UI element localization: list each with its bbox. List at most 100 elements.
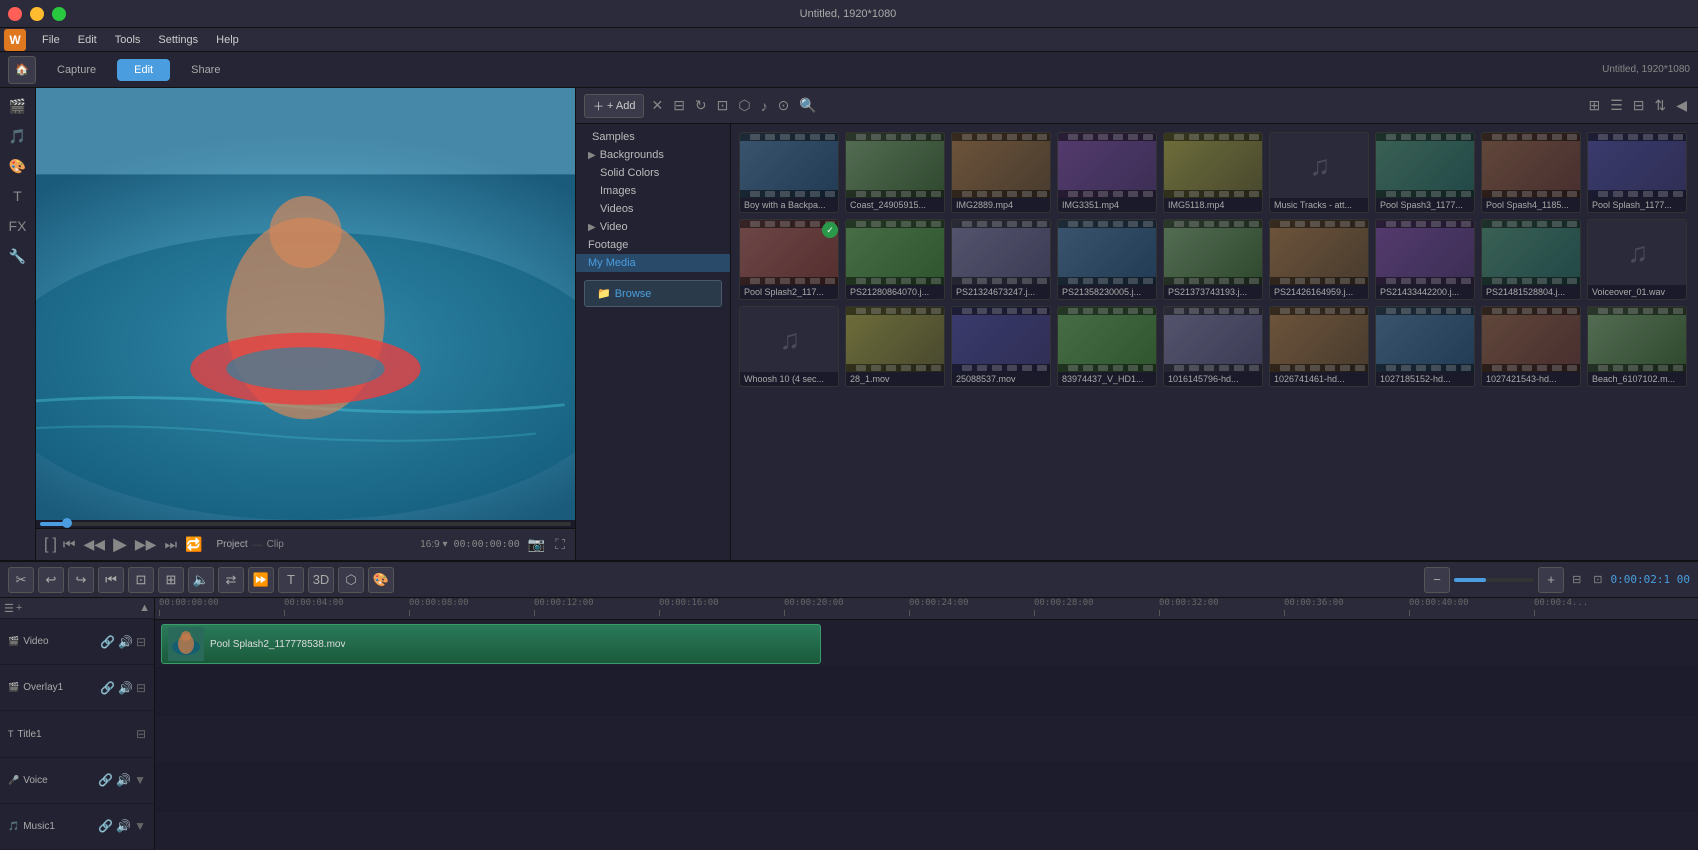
tl-mask-button[interactable]: ⬡ bbox=[338, 567, 364, 593]
media-item-3[interactable]: IMG2889.mp4 bbox=[951, 132, 1051, 213]
video-track-link-icon[interactable]: 🔗 bbox=[100, 635, 115, 649]
media-item-13[interactable]: PS21358230005.j... bbox=[1057, 219, 1157, 300]
voice-track-audio-icon[interactable]: 🔊 bbox=[116, 773, 131, 787]
menu-help[interactable]: Help bbox=[208, 32, 247, 48]
media-item-22[interactable]: 83974437_V_HD1... bbox=[1057, 306, 1157, 387]
media-item-20[interactable]: 28_1.mov bbox=[845, 306, 945, 387]
loop-button[interactable]: 🔁 bbox=[183, 534, 204, 555]
tl-color-button[interactable]: 🎨 bbox=[368, 567, 394, 593]
music-track-expand-icon[interactable]: ▼ bbox=[134, 819, 146, 833]
panel-toggle-icon[interactable]: ◀ bbox=[1673, 94, 1690, 117]
media-item-4[interactable]: IMG3351.mp4 bbox=[1057, 132, 1157, 213]
media-item-26[interactable]: 1027421543-hd... bbox=[1481, 306, 1581, 387]
clip-mode-label[interactable]: Clip bbox=[267, 539, 284, 550]
search-icon[interactable]: 🔍 bbox=[796, 94, 819, 117]
sidebar-audio-icon[interactable]: 🎵 bbox=[4, 122, 32, 150]
menu-file[interactable]: File bbox=[34, 32, 68, 48]
seekbar-handle[interactable] bbox=[62, 518, 72, 528]
media-item-2[interactable]: Coast_24905915... bbox=[845, 132, 945, 213]
media-item-12[interactable]: PS21324673247.j... bbox=[951, 219, 1051, 300]
tl-undo-button[interactable]: ↩ bbox=[38, 567, 64, 593]
media-item-27[interactable]: Beach_6107102.m... bbox=[1587, 306, 1687, 387]
tl-skip-start-button[interactable]: ⏮ bbox=[98, 567, 124, 593]
tree-item-solid-colors[interactable]: Solid Colors bbox=[576, 164, 730, 182]
prev-frame-button[interactable]: ⏮ bbox=[61, 534, 78, 555]
video-track-expand-icon[interactable]: ⊟ bbox=[136, 635, 146, 649]
media-item-5[interactable]: IMG5118.mp4 bbox=[1163, 132, 1263, 213]
tab-edit[interactable]: Edit bbox=[117, 59, 170, 81]
tree-item-video[interactable]: ▶ Video bbox=[576, 218, 730, 236]
video-clip[interactable]: Pool Splash2_117778538.mov bbox=[161, 624, 821, 664]
play-button[interactable]: ▶ bbox=[111, 532, 129, 557]
time-out-button[interactable]: ] bbox=[52, 536, 56, 554]
tree-item-backgrounds[interactable]: ▶ Backgrounds bbox=[576, 146, 730, 164]
media-item-1[interactable]: Boy with a Backpa... bbox=[739, 132, 839, 213]
sidebar-fx-icon[interactable]: FX bbox=[4, 212, 32, 240]
media-item-15[interactable]: PS21426164959.j... bbox=[1269, 219, 1369, 300]
tl-detach-button[interactable]: 🔈 bbox=[188, 567, 214, 593]
tl-zoom-fit-button[interactable]: ⊡ bbox=[128, 567, 154, 593]
media-item-8[interactable]: Pool Spash4_1185... bbox=[1481, 132, 1581, 213]
media-item-7[interactable]: Pool Spash3_1177... bbox=[1375, 132, 1475, 213]
snapshot-button[interactable]: 📷 bbox=[526, 534, 547, 555]
tab-share[interactable]: Share bbox=[174, 59, 237, 81]
media-item-24[interactable]: 1026741461-hd... bbox=[1269, 306, 1369, 387]
project-mode-label[interactable]: Project bbox=[217, 539, 248, 550]
zoom-out-button[interactable]: − bbox=[1424, 567, 1450, 593]
sort-icon[interactable]: ⇅ bbox=[1651, 94, 1669, 117]
tracks-up-icon[interactable]: ▲ bbox=[139, 602, 150, 614]
tl-speed-button[interactable]: ⏩ bbox=[248, 567, 274, 593]
tab-capture[interactable]: Capture bbox=[40, 59, 113, 81]
zoom-preset-button[interactable]: ⊟ bbox=[1568, 573, 1585, 586]
voice-track-link-icon[interactable]: 🔗 bbox=[98, 773, 113, 787]
sidebar-tools-icon[interactable]: 🔧 bbox=[4, 242, 32, 270]
menu-tools[interactable]: Tools bbox=[107, 32, 149, 48]
fullscreen-button[interactable]: ⛶ bbox=[553, 534, 567, 555]
sidebar-color-icon[interactable]: 🎨 bbox=[4, 152, 32, 180]
media-item-23[interactable]: 1016145796-hd... bbox=[1163, 306, 1263, 387]
media-item-11[interactable]: PS21280864070.j... bbox=[845, 219, 945, 300]
tree-item-footage[interactable]: Footage bbox=[576, 236, 730, 254]
overlay-track-link-icon[interactable]: 🔗 bbox=[100, 681, 115, 695]
menu-edit[interactable]: Edit bbox=[70, 32, 105, 48]
view-large-icon[interactable]: ⊟ bbox=[1630, 94, 1648, 117]
preview-seekbar[interactable] bbox=[40, 522, 571, 526]
zoom-slider[interactable] bbox=[1454, 578, 1534, 582]
tree-item-videos[interactable]: Videos bbox=[576, 200, 730, 218]
minimize-button[interactable] bbox=[30, 7, 44, 21]
sidebar-text-icon[interactable]: T bbox=[4, 182, 32, 210]
tl-zoom-full-button[interactable]: ⊞ bbox=[158, 567, 184, 593]
tl-text-button[interactable]: T bbox=[278, 567, 304, 593]
media-item-19[interactable]: ♫Whoosh 10 (4 sec... bbox=[739, 306, 839, 387]
tl-3d-button[interactable]: 3D bbox=[308, 567, 334, 593]
preview-seekbar-container[interactable] bbox=[36, 520, 575, 528]
close-button[interactable] bbox=[8, 7, 22, 21]
voice-track-expand-icon[interactable]: ▼ bbox=[134, 773, 146, 787]
time-in-button[interactable]: [ bbox=[44, 536, 48, 554]
close-icon[interactable]: ✕ bbox=[648, 94, 666, 117]
tracks-add-icon[interactable]: + bbox=[16, 602, 22, 614]
aspect-ratio-selector[interactable]: 16:9 ▾ bbox=[420, 539, 447, 550]
filter-icon[interactable]: ⊟ bbox=[670, 94, 688, 117]
video-track-audio-icon[interactable]: 🔊 bbox=[118, 635, 133, 649]
music-track-link-icon[interactable]: 🔗 bbox=[98, 819, 113, 833]
color-icon[interactable]: ⊙ bbox=[775, 94, 793, 117]
media-item-10[interactable]: ✓Pool Splash2_117... bbox=[739, 219, 839, 300]
view-grid-icon[interactable]: ⊞ bbox=[1585, 94, 1603, 117]
add-button[interactable]: ＋ + Add bbox=[584, 94, 644, 118]
tl-redo-button[interactable]: ↪ bbox=[68, 567, 94, 593]
media-item-9[interactable]: Pool Splash_1177... bbox=[1587, 132, 1687, 213]
media-item-14[interactable]: PS21373743193.j... bbox=[1163, 219, 1263, 300]
tree-item-my-media[interactable]: My Media bbox=[576, 254, 730, 272]
zoom-preset2-button[interactable]: ⊡ bbox=[1589, 573, 1606, 586]
maximize-button[interactable] bbox=[52, 7, 66, 21]
audio-icon[interactable]: ♪ bbox=[758, 95, 771, 117]
crop-icon[interactable]: ⊡ bbox=[714, 94, 732, 117]
media-item-25[interactable]: 1027185152-hd... bbox=[1375, 306, 1475, 387]
home-button[interactable]: 🏠 bbox=[8, 56, 36, 84]
overlay-track-audio-icon[interactable]: 🔊 bbox=[118, 681, 133, 695]
browse-button[interactable]: 📁 Browse bbox=[584, 280, 722, 307]
tl-transitions-button[interactable]: ⇄ bbox=[218, 567, 244, 593]
media-item-21[interactable]: 25088537.mov bbox=[951, 306, 1051, 387]
tree-item-images[interactable]: Images bbox=[576, 182, 730, 200]
